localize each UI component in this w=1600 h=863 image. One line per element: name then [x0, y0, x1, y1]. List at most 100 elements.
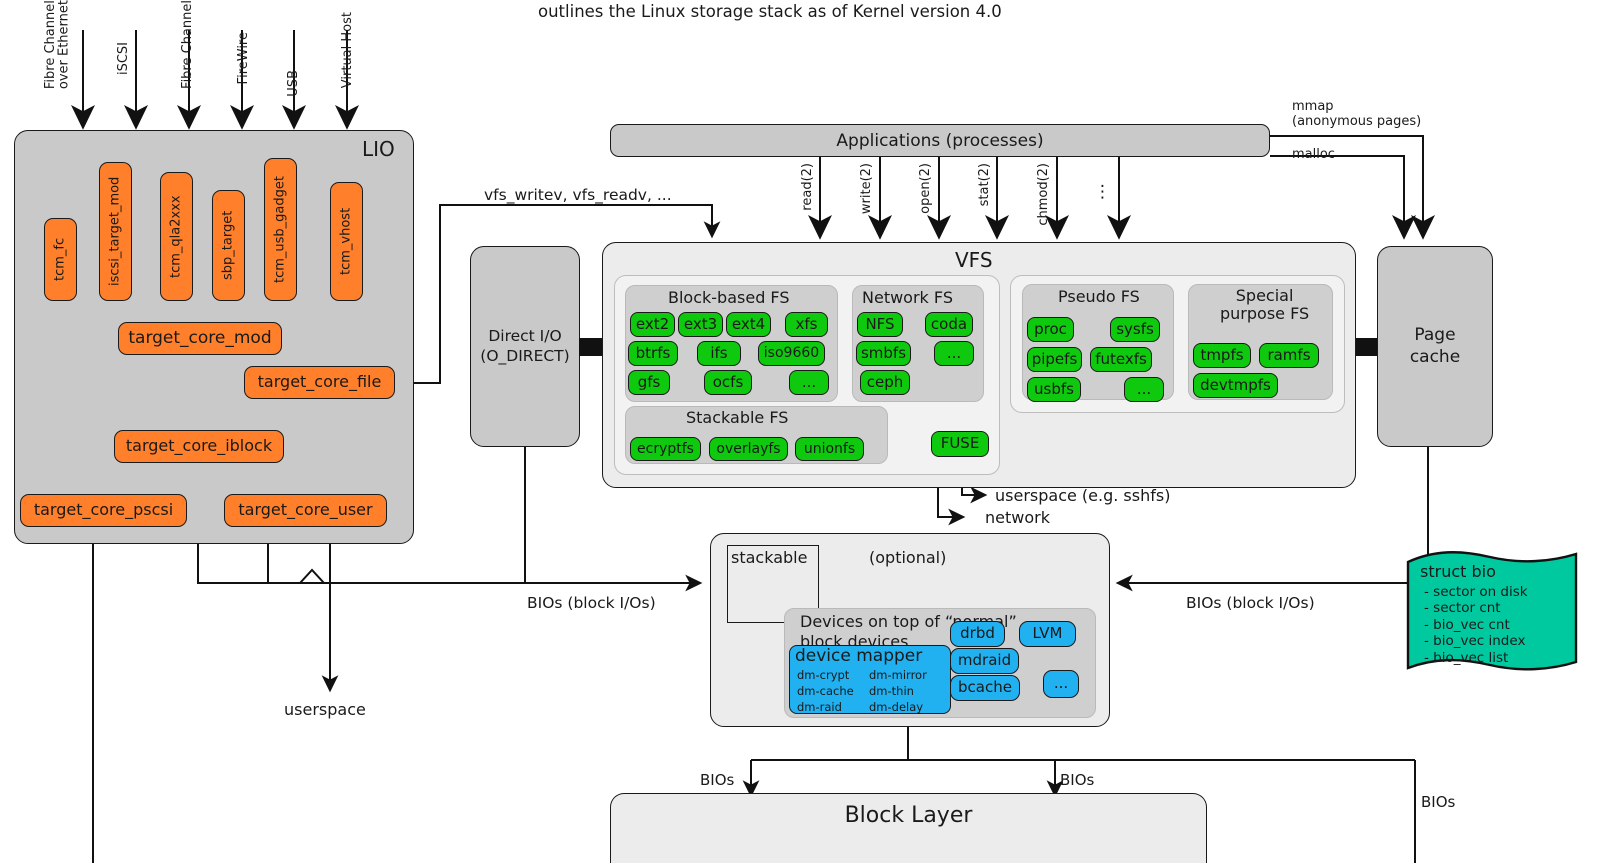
mmap-label: mmap (anonymous pages) [1292, 99, 1422, 129]
struct-bio-fields: - sector on disk - sector cnt - bio_vec … [1424, 584, 1528, 666]
device-mdraid[interactable]: mdraid [950, 648, 1019, 674]
syscall-label-stat: stat(2) [977, 163, 992, 207]
direct-io-box: Direct I/O (O_DIRECT) [470, 246, 580, 447]
lio-target-core-mod[interactable]: target_core_mod [118, 322, 282, 355]
fs-nfs[interactable]: NFS [857, 312, 903, 337]
lio-target-core-iblock[interactable]: target_core_iblock [114, 430, 284, 463]
lio-title: LIO [362, 137, 395, 161]
device-bcache[interactable]: bcache [950, 675, 1020, 701]
fs-proc[interactable]: proc [1027, 317, 1074, 342]
applications-box: Applications (processes) [610, 124, 1270, 157]
userspace-sshfs-label: userspace (e.g. sshfs) [995, 486, 1171, 505]
struct-bio-field-sector-on-disk: - sector on disk [1424, 584, 1528, 600]
bios-mid-label: BIOs [1060, 771, 1095, 789]
device-mapper-title: device mapper [795, 646, 923, 666]
bios-block-ios-left-label: BIOs (block I/Os) [527, 594, 656, 612]
transport-label-usb: USB [286, 70, 301, 97]
device-lvm[interactable]: LVM [1019, 621, 1076, 647]
bios-left-label: BIOs [700, 771, 735, 789]
optional-label: (optional) [869, 548, 947, 567]
lio-target-core-pscsi[interactable]: target_core_pscsi [20, 494, 187, 527]
vfs-page-cache-joint [1353, 338, 1379, 356]
fs-tmpfs[interactable]: tmpfs [1193, 343, 1251, 368]
fs-usbfs[interactable]: usbfs [1027, 377, 1081, 402]
fs-block-more[interactable]: ... [789, 370, 829, 395]
direct-io-label: Direct I/O (O_DIRECT) [480, 327, 570, 365]
fs-ceph[interactable]: ceph [860, 370, 910, 395]
struct-bio-field-sector-cnt: - sector cnt [1424, 600, 1501, 617]
transport-label-iscsi: iSCSI [116, 42, 131, 76]
fs-btrfs[interactable]: btrfs [628, 341, 678, 366]
page-cache-label: Page cache [1409, 325, 1461, 367]
syscall-label-read: read(2) [800, 163, 815, 211]
transport-label-fcoe: Fibre Channel over Ethernet [43, 0, 72, 90]
struct-bio-flag: struct bio - sector on disk - sector cnt… [1404, 548, 1580, 676]
fs-ifs[interactable]: ifs [697, 341, 741, 366]
malloc-label: malloc [1292, 147, 1335, 162]
struct-bio-field-bio-vec-list: - bio_vec list [1424, 649, 1509, 666]
applications-label: Applications (processes) [836, 130, 1044, 151]
lio-module-tcm-usb-gadget[interactable]: tcm_usb_gadget [264, 158, 297, 301]
transport-label-fibre-channel: Fibre Channel [180, 0, 195, 89]
page-cache-box: Page cache [1377, 246, 1493, 447]
fs-smbfs[interactable]: smbfs [856, 341, 911, 366]
transport-label-virtual-host: Virtual Host [340, 12, 355, 89]
dm-target-dm-cache: dm-cache [797, 684, 854, 698]
fs-ramfs[interactable]: ramfs [1259, 343, 1319, 368]
lio-module-tcm-vhost[interactable]: tcm_vhost [330, 182, 363, 301]
fs-overlayfs[interactable]: overlayfs [709, 437, 788, 461]
special-purpose-fs-title: Special purpose FS [1220, 286, 1310, 324]
network-fs-title: Network FS [862, 288, 953, 307]
dm-target-dm-mirror: dm-mirror [869, 668, 927, 682]
lio-module-iscsi-target-mod[interactable]: iscsi_target_mod [99, 162, 132, 301]
fs-fuse[interactable]: FUSE [931, 431, 989, 457]
stackable-label: stackable [731, 548, 808, 567]
syscall-label-open: open(2) [918, 163, 933, 214]
fs-ext2[interactable]: ext2 [630, 312, 675, 337]
fs-gfs[interactable]: gfs [628, 370, 670, 395]
fs-pseudo-more[interactable]: ... [1124, 377, 1164, 402]
page-title: outlines the Linux storage stack as of K… [538, 2, 1002, 21]
lio-module-sbp-target[interactable]: sbp_target [212, 190, 245, 301]
fs-xfs[interactable]: xfs [785, 312, 828, 337]
linux-storage-stack-diagram: outlines the Linux storage stack as of K… [0, 0, 1600, 863]
vfs-title: VFS [955, 248, 993, 272]
fs-ocfs[interactable]: ocfs [704, 370, 752, 395]
stackable-fs-title: Stackable FS [686, 408, 789, 427]
lio-module-tcm-fc[interactable]: tcm_fc [44, 218, 77, 301]
fs-network-more[interactable]: ... [934, 341, 974, 366]
dm-target-dm-delay: dm-delay [869, 700, 924, 714]
lio-module-tcm-qla2xxx[interactable]: tcm_qla2xxx [160, 172, 193, 301]
vfs-calls-label: vfs_writev, vfs_readv, ... [484, 186, 672, 204]
transport-label-firewire: FireWire [236, 32, 251, 85]
fs-pipefs[interactable]: pipefs [1027, 347, 1082, 372]
fs-ext3[interactable]: ext3 [678, 312, 723, 337]
fs-ext4[interactable]: ext4 [726, 312, 771, 337]
struct-bio-field-bio-vec-cnt: - bio_vec cnt [1424, 616, 1510, 633]
syscall-label-write: write(2) [859, 163, 874, 215]
dm-target-dm-raid: dm-raid [797, 700, 842, 714]
block-based-fs-title: Block-based FS [668, 288, 790, 307]
syscall-label-chmod: chmod(2) [1036, 163, 1051, 226]
dm-target-dm-thin: dm-thin [869, 684, 914, 698]
network-label: network [985, 508, 1050, 527]
block-layer-label: Block Layer [844, 803, 973, 828]
fs-sysfs[interactable]: sysfs [1110, 317, 1160, 342]
pseudo-fs-title: Pseudo FS [1058, 287, 1140, 306]
fs-unionfs[interactable]: unionfs [795, 437, 864, 461]
dm-target-dm-crypt: dm-crypt [797, 668, 850, 682]
fs-futexfs[interactable]: futexfs [1090, 347, 1152, 372]
fs-devtmpfs[interactable]: devtmpfs [1193, 373, 1278, 398]
lio-target-core-user[interactable]: target_core_user [224, 494, 387, 527]
fs-ecryptfs[interactable]: ecryptfs [630, 437, 701, 461]
struct-bio-field-bio-vec-index: - bio_vec index [1424, 633, 1526, 650]
fs-iso9660[interactable]: iso9660 [758, 341, 825, 366]
device-more[interactable]: ... [1043, 670, 1079, 698]
fs-coda[interactable]: coda [925, 312, 973, 337]
userspace-bottom-label: userspace [284, 700, 366, 719]
lio-target-core-file[interactable]: target_core_file [244, 366, 395, 399]
device-drbd[interactable]: drbd [950, 621, 1005, 647]
bios-block-ios-right-label: BIOs (block I/Os) [1186, 594, 1315, 612]
syscall-label-ellipsis: ⋮ [1094, 182, 1111, 202]
bios-right-label: BIOs [1421, 793, 1456, 811]
